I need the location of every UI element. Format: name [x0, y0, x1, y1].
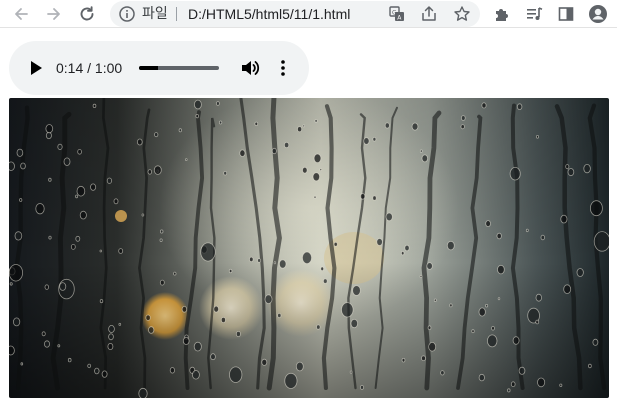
svg-text:G: G [392, 10, 397, 17]
media-control-button[interactable] [522, 2, 546, 26]
play-icon [31, 61, 42, 75]
address-bar[interactable]: 파일 D:/HTML5/html5/11/1.html G A [110, 1, 480, 27]
audio-player: 0:14 / 1:00 [9, 41, 309, 95]
profile-button[interactable] [586, 2, 610, 26]
divider [176, 7, 177, 21]
bookmark-star-icon[interactable] [453, 5, 471, 23]
playlist-music-icon [527, 7, 543, 20]
arrow-left-icon [15, 8, 28, 20]
reload-button[interactable] [75, 2, 99, 26]
side-panel-icon [558, 7, 574, 21]
translate-icon[interactable]: G A [388, 5, 406, 23]
puzzle-icon [496, 9, 508, 21]
duration: 1:00 [94, 60, 123, 76]
audio-time: 0:14 / 1:00 [56, 59, 122, 77]
side-panel-button[interactable] [554, 2, 578, 26]
back-button[interactable] [9, 2, 33, 26]
more-vert-icon [281, 60, 285, 76]
more-options-button[interactable] [272, 57, 294, 79]
info-icon[interactable] [118, 5, 136, 23]
browser-toolbar: 파일 D:/HTML5/html5/11/1.html G A [0, 0, 617, 28]
play-button[interactable] [25, 57, 47, 79]
current-time: 0:14 [56, 60, 84, 76]
url-text[interactable]: D:/HTML5/html5/11/1.html [188, 5, 350, 23]
volume-icon [242, 61, 251, 75]
arrow-right-icon [47, 8, 60, 20]
scheme-label: 파일 [142, 6, 168, 22]
seek-progress [139, 66, 158, 70]
forward-button[interactable] [42, 2, 66, 26]
share-icon[interactable] [420, 5, 438, 23]
extensions-button[interactable] [490, 2, 514, 26]
time-separator: / [87, 60, 92, 76]
reload-icon [80, 6, 94, 21]
seek-slider[interactable] [139, 66, 219, 70]
avatar-icon [589, 5, 607, 23]
volume-button[interactable] [239, 57, 261, 79]
rain-window-image [9, 98, 609, 398]
